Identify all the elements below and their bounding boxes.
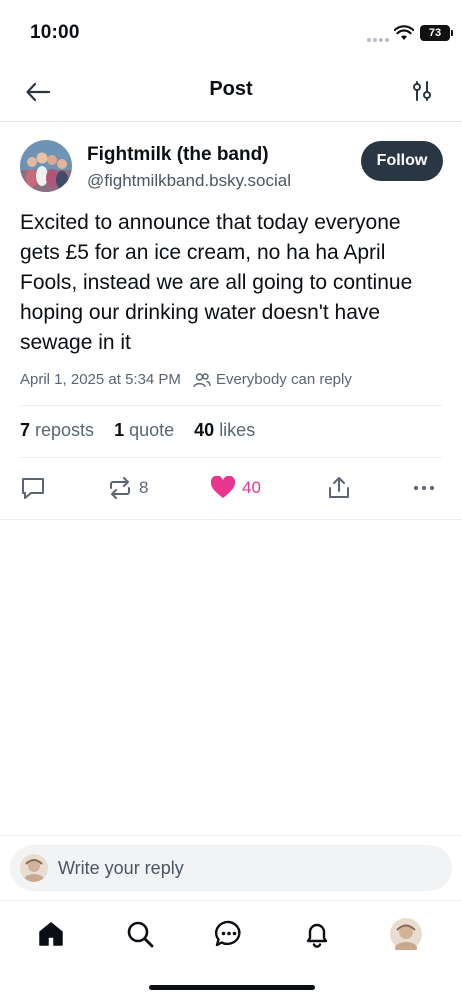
heart-icon (210, 476, 236, 498)
tab-search[interactable] (122, 916, 158, 952)
follow-button[interactable]: Follow (361, 141, 443, 181)
author-handle[interactable]: @fightmilkband.bsky.social (87, 171, 291, 191)
more-button[interactable] (411, 472, 437, 504)
likes-label: likes (219, 420, 256, 440)
comment-icon (22, 478, 44, 499)
more-icon (413, 485, 435, 491)
search-icon (127, 921, 154, 948)
page-title: Post (209, 78, 253, 100)
reply-button[interactable] (20, 472, 46, 504)
header: Post (0, 62, 462, 122)
reply-bar: Write your reply (0, 835, 462, 901)
divider (20, 405, 442, 406)
repost-button[interactable]: 8 (107, 472, 148, 504)
home-icon (39, 922, 63, 946)
post-actions: 8 40 (0, 472, 462, 504)
repost-count: 8 (139, 478, 149, 497)
post-meta: April 1, 2025 at 5:34 PM Everybody can r… (20, 371, 352, 388)
status-bar: 10:00 73 (0, 0, 462, 62)
author-name[interactable]: Fightmilk (the band) (87, 144, 269, 166)
reply-input[interactable]: Write your reply (10, 845, 452, 891)
user-avatar (20, 854, 48, 882)
people-icon (193, 372, 211, 387)
quotes-count: 1 (114, 420, 125, 440)
reposts-count: 7 (20, 420, 31, 440)
tab-home[interactable] (33, 916, 69, 952)
sliders-icon (413, 81, 431, 101)
bell-icon (306, 923, 328, 948)
home-indicator (149, 985, 315, 990)
repost-icon (110, 477, 130, 499)
like-button[interactable]: 40 (210, 472, 261, 504)
share-icon (329, 477, 349, 498)
reposts-label: reposts (35, 420, 95, 440)
tab-notifications[interactable] (299, 916, 335, 952)
quotes-stat[interactable]: 1 quote (114, 420, 174, 441)
author-avatar[interactable] (20, 140, 72, 192)
post: Fightmilk (the band) @fightmilkband.bsky… (0, 122, 462, 520)
like-count: 40 (242, 478, 261, 497)
tab-profile[interactable] (388, 916, 424, 952)
likes-stat[interactable]: 40 likes (194, 420, 255, 441)
profile-avatar (390, 918, 422, 950)
reply-permission[interactable]: Everybody can reply (216, 371, 352, 388)
wifi-icon (394, 25, 414, 40)
status-time: 10:00 (30, 22, 80, 43)
reply-placeholder: Write your reply (58, 857, 184, 878)
chat-icon (214, 920, 241, 947)
divider (20, 457, 442, 458)
battery-level: 73 (428, 27, 442, 39)
quotes-label: quote (129, 420, 175, 440)
share-button[interactable] (326, 472, 352, 504)
tab-chat[interactable] (211, 916, 247, 952)
reposts-stat[interactable]: 7 reposts (20, 420, 94, 441)
likes-count: 40 (194, 420, 215, 440)
post-text: Excited to announce that today everyone … (20, 211, 413, 354)
signal-icon (367, 38, 389, 42)
thread-settings-button[interactable] (406, 75, 438, 107)
post-stats: 7 reposts 1 quote 40 likes (20, 420, 255, 441)
battery-icon: 73 (420, 25, 453, 41)
post-date[interactable]: April 1, 2025 at 5:34 PM (20, 371, 181, 388)
